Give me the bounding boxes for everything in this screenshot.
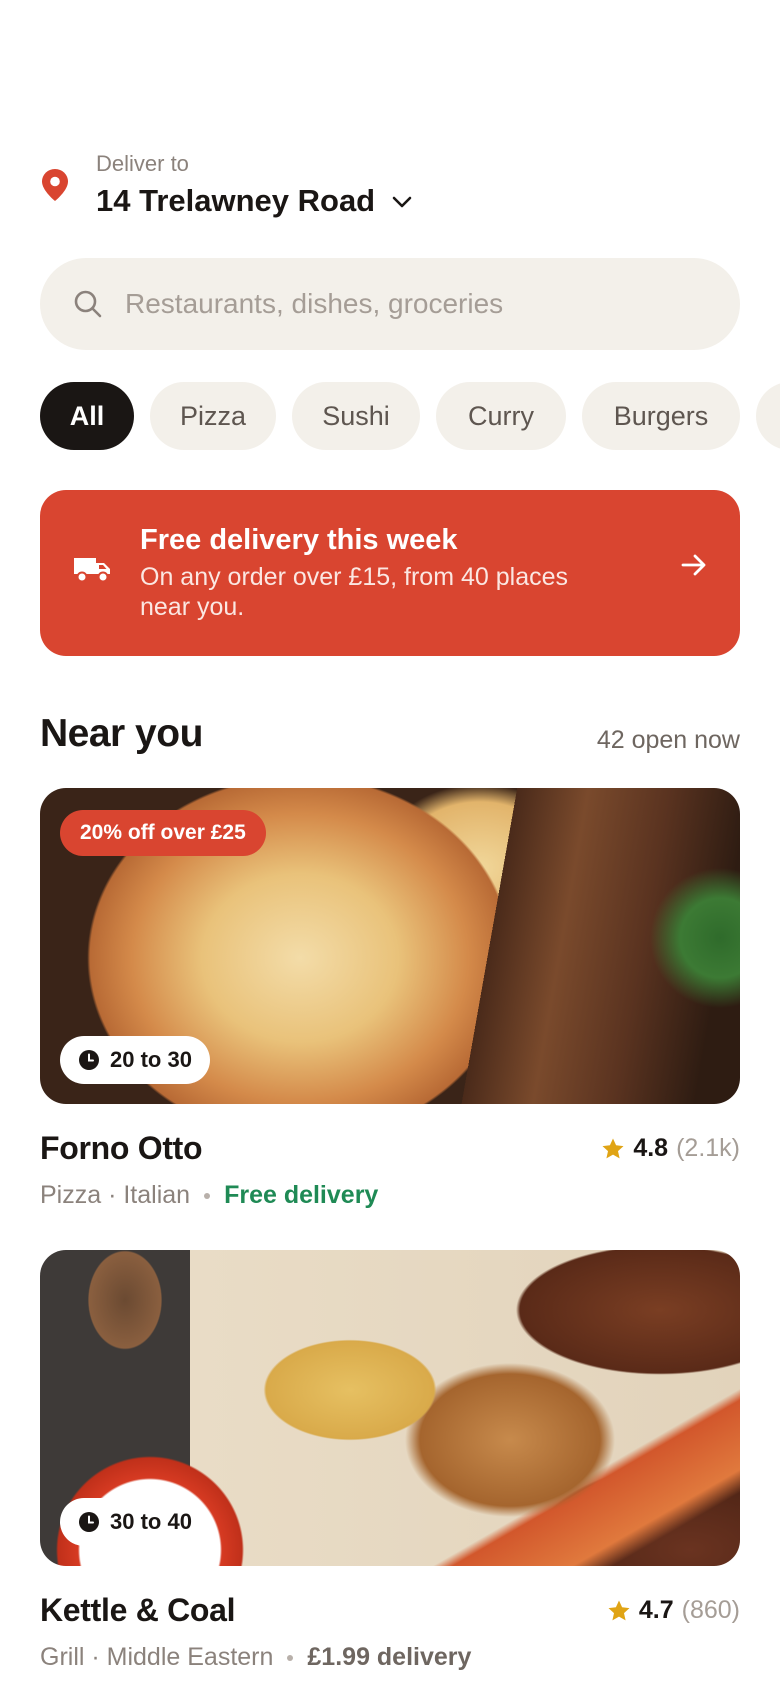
chip-curry[interactable]: Curry — [436, 382, 566, 450]
cuisine-text: Pizza · Italian — [40, 1181, 191, 1209]
location-pin-icon — [42, 169, 68, 201]
rating-value: 4.8 — [633, 1134, 669, 1162]
section-title: Near you — [40, 712, 203, 755]
eta-text: 30 to 40 — [110, 1509, 192, 1534]
rating-count: (2.1k) — [676, 1134, 740, 1162]
clock-icon — [79, 1050, 99, 1070]
arrow-right-icon[interactable] — [680, 552, 708, 578]
home-screen: Deliver to 14 Trelawney Road All Pizza S… — [0, 0, 780, 1688]
restaurant-rating: 4.8 (2.1k) — [601, 1134, 740, 1163]
delivery-address-selector[interactable]: Deliver to 14 Trelawney Road — [40, 150, 413, 220]
category-chips: All Pizza Sushi Curry Burgers — [40, 382, 780, 450]
restaurant-meta: Pizza · Italian Free delivery — [40, 1181, 378, 1210]
separator-dot — [287, 1654, 294, 1661]
rating-count: (860) — [681, 1596, 740, 1624]
clock-icon — [79, 1512, 99, 1532]
search-bar[interactable] — [40, 258, 740, 350]
eta-text: 20 to 30 — [110, 1047, 192, 1072]
eta-pill: 30 to 40 — [60, 1498, 210, 1546]
chevron-down-icon[interactable] — [391, 195, 413, 209]
restaurant-image-forno-otto[interactable]: 20% off over £25 20 to 30 — [40, 788, 740, 1104]
restaurant-image-kettle-coal[interactable]: 30 to 40 — [40, 1250, 740, 1566]
chip-burgers[interactable]: Burgers — [582, 382, 740, 450]
restaurant-meta: Grill · Middle Eastern £1.99 delivery — [40, 1643, 471, 1672]
address-value[interactable]: 14 Trelawney Road — [96, 182, 375, 220]
discount-badge: 20% off over £25 — [60, 810, 266, 856]
eta-pill: 20 to 30 — [60, 1036, 210, 1084]
chip-sushi[interactable]: Sushi — [292, 382, 420, 450]
promo-title: Free delivery this week — [140, 524, 458, 556]
delivery-fee: Free delivery — [224, 1181, 379, 1209]
search-icon — [74, 290, 102, 318]
rating-value: 4.7 — [638, 1596, 674, 1624]
chip-all[interactable]: All — [40, 382, 134, 450]
restaurant-name[interactable]: Forno Otto — [40, 1130, 203, 1167]
delivery-fee: £1.99 delivery — [307, 1643, 472, 1671]
restaurant-name[interactable]: Kettle & Coal — [40, 1592, 236, 1629]
separator-dot — [204, 1192, 211, 1199]
open-count: 42 open now — [596, 726, 740, 754]
cuisine-text: Grill · Middle Eastern — [40, 1643, 274, 1671]
restaurant-rating: 4.7 (860) — [607, 1596, 740, 1625]
deliver-to-label: Deliver to — [96, 151, 189, 176]
chip-more[interactable] — [756, 382, 780, 450]
promo-subtitle: On any order over £15, from 40 places ne… — [140, 563, 569, 621]
chip-pizza[interactable]: Pizza — [150, 382, 276, 450]
truck-icon — [74, 558, 110, 583]
search-input[interactable] — [125, 288, 685, 320]
star-icon — [602, 1138, 624, 1158]
promo-banner[interactable]: Free delivery this week On any order ove… — [40, 490, 740, 656]
star-icon — [608, 1600, 630, 1620]
